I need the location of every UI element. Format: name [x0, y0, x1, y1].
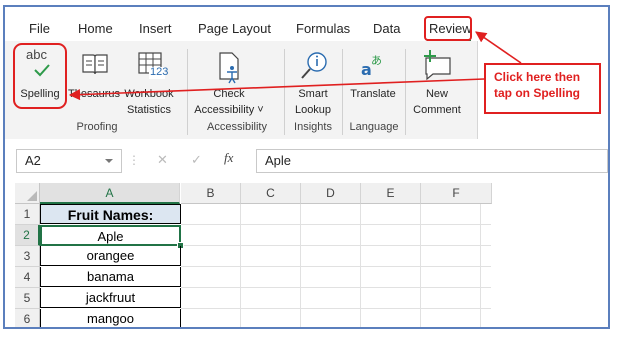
column-header-b[interactable]: B: [181, 183, 241, 204]
select-all-corner[interactable]: [15, 183, 40, 204]
formula-bar-grip: ⋮: [128, 153, 140, 167]
formula-input[interactable]: Aple: [256, 149, 608, 173]
chevron-down-icon[interactable]: [105, 159, 113, 164]
cell-a5[interactable]: jackfruut: [40, 288, 181, 308]
column-header-e[interactable]: E: [361, 183, 421, 204]
cell-a2[interactable]: Aple: [40, 225, 181, 246]
row-header-4[interactable]: 4: [15, 267, 40, 288]
formula-value: Aple: [265, 153, 292, 168]
cancel-icon[interactable]: ✕: [157, 152, 168, 168]
arrow-to-review: [475, 31, 522, 64]
annotation-arrows: [68, 31, 522, 101]
name-box[interactable]: A2: [16, 149, 122, 173]
column-header-d[interactable]: D: [301, 183, 361, 204]
screenshot-frame: File Home Insert Page Layout Formulas Da…: [3, 5, 610, 329]
cell-a4[interactable]: banama: [40, 267, 181, 287]
row-header-1[interactable]: 1: [15, 204, 40, 225]
corner-triangle-icon: [27, 191, 37, 201]
row-header-2[interactable]: 2: [15, 225, 40, 246]
enter-icon[interactable]: ✓: [191, 152, 202, 168]
column-header-c[interactable]: C: [241, 183, 301, 204]
empty-cells-area[interactable]: [181, 204, 491, 327]
insert-function-icon[interactable]: fx: [224, 150, 233, 166]
cell-a6[interactable]: mangoo: [40, 309, 181, 327]
row-header-3[interactable]: 3: [15, 246, 40, 267]
row-header-6[interactable]: 6: [15, 309, 40, 327]
arrow-to-spelling: [68, 78, 485, 101]
name-box-value: A2: [25, 153, 41, 168]
row-header-5[interactable]: 5: [15, 288, 40, 309]
cell-a1[interactable]: Fruit Names:: [40, 204, 181, 224]
column-header-f[interactable]: F: [421, 183, 492, 204]
cell-a3[interactable]: orangee: [40, 246, 181, 266]
column-header-a[interactable]: A: [40, 183, 180, 204]
